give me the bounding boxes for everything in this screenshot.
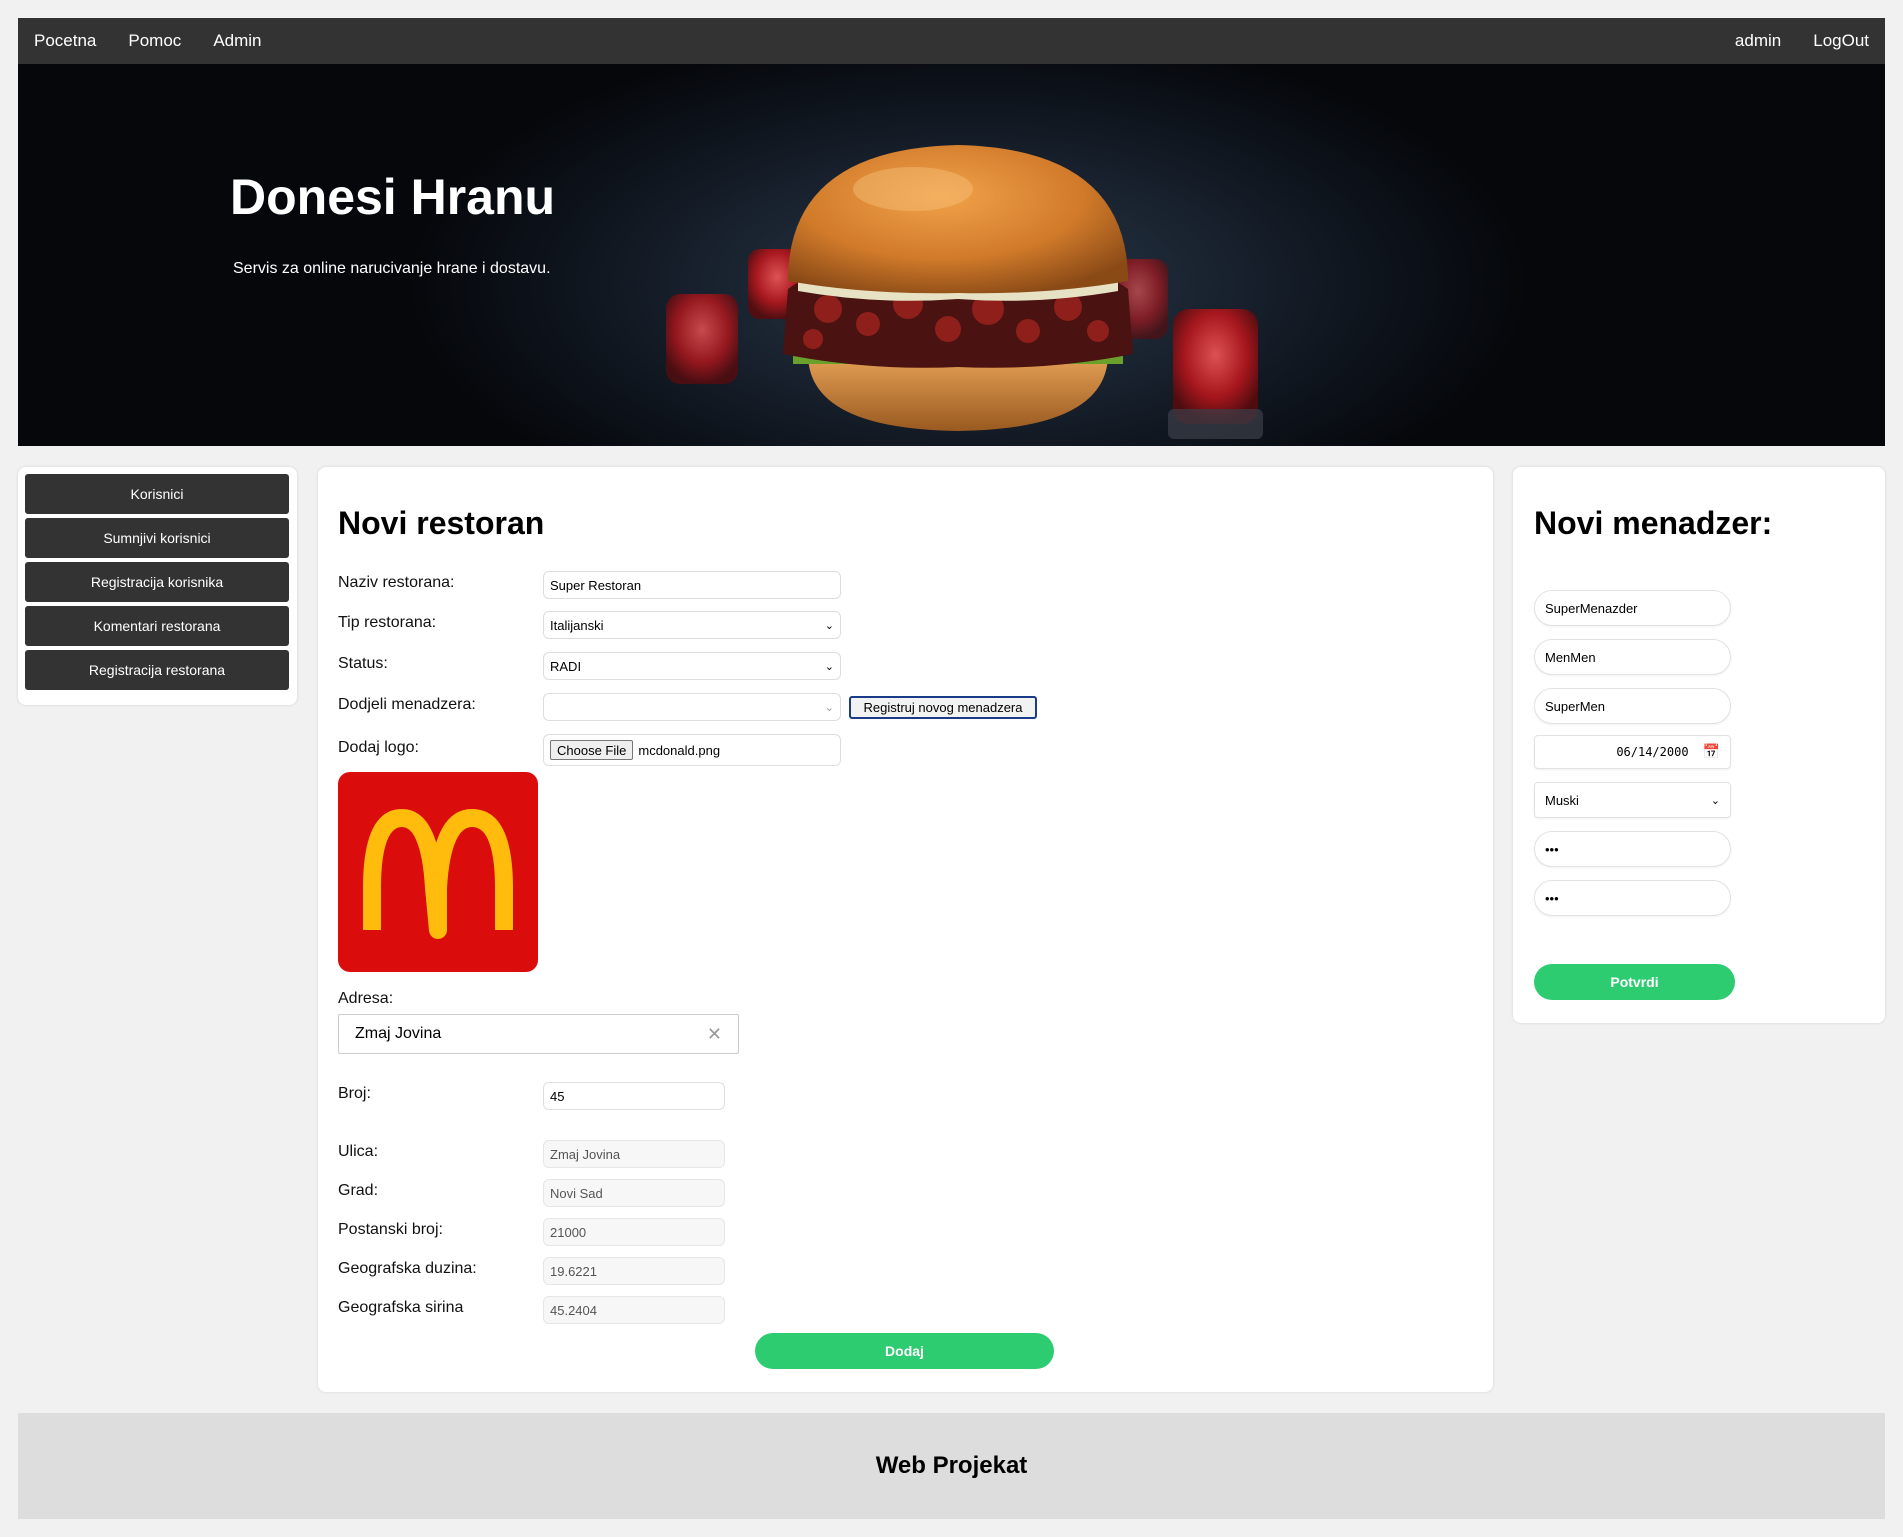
chevron-down-icon: ⌄ bbox=[824, 701, 834, 714]
chevron-down-icon: ⌄ bbox=[824, 619, 834, 632]
longitude-input[interactable]: 19.6221 bbox=[543, 1257, 725, 1285]
street-number-input[interactable]: 45 bbox=[543, 1082, 725, 1110]
manager-birth-date-input[interactable]: 06/14/2000 📅 bbox=[1534, 735, 1731, 769]
sidebar-item-users[interactable]: Korisnici bbox=[25, 474, 289, 514]
add-restaurant-button[interactable]: Dodaj bbox=[755, 1333, 1054, 1369]
top-navbar: Pocetna Pomoc Admin admin LogOut bbox=[18, 18, 1885, 64]
manager-gender-select[interactable]: Muski ⌄ bbox=[1534, 782, 1731, 818]
new-restaurant-title: Novi restoran bbox=[338, 505, 545, 541]
nav-user-link[interactable]: admin bbox=[1719, 18, 1797, 64]
address-search-input[interactable]: Zmaj Jovina ✕ bbox=[338, 1014, 739, 1054]
nav-help-link[interactable]: Pomoc bbox=[112, 18, 197, 64]
hero-banner: Donesi Hranu Servis za online narucivanj… bbox=[18, 64, 1885, 446]
street-label: Ulica: bbox=[338, 1143, 379, 1160]
name-label: Naziv restorana: bbox=[338, 574, 455, 591]
address-value: Zmaj Jovina bbox=[355, 1025, 442, 1042]
latitude-label: Geografska sirina bbox=[338, 1299, 464, 1316]
manager-username-input[interactable]: SuperMenazder bbox=[1534, 590, 1731, 626]
logo-file-input[interactable]: Choose File mcdonald.png bbox=[543, 734, 841, 766]
longitude-label: Geografska duzina: bbox=[338, 1260, 477, 1277]
new-manager-title: Novi menadzer: bbox=[1534, 505, 1773, 541]
restaurant-name-input[interactable]: Super Restoran bbox=[543, 571, 841, 599]
nav-home-link[interactable]: Pocetna bbox=[18, 18, 112, 64]
gender-value: Muski bbox=[1545, 792, 1579, 808]
page-footer: Web Projekat bbox=[18, 1413, 1885, 1519]
choose-file-button[interactable]: Choose File bbox=[550, 740, 634, 760]
nav-logout-link[interactable]: LogOut bbox=[1797, 18, 1885, 64]
number-label: Broj: bbox=[338, 1085, 371, 1102]
chevron-down-icon: ⌄ bbox=[824, 660, 834, 673]
birth-date-value: 06/14/2000 bbox=[1616, 745, 1689, 759]
clear-icon[interactable]: ✕ bbox=[707, 1024, 722, 1045]
manager-last-name-input[interactable]: SuperMen bbox=[1534, 688, 1731, 724]
confirm-manager-button[interactable]: Potvrdi bbox=[1534, 964, 1735, 1000]
address-label: Adresa: bbox=[338, 990, 394, 1007]
status-select[interactable]: RADI ⌄ bbox=[543, 652, 841, 680]
hero-subtitle: Servis za online narucivanje hrane i dos… bbox=[233, 260, 551, 277]
type-label: Tip restorana: bbox=[338, 614, 437, 631]
file-name: mcdonald.png bbox=[638, 742, 721, 758]
city-input[interactable]: Novi Sad bbox=[543, 1179, 725, 1207]
sidebar-item-user-registration[interactable]: Registracija korisnika bbox=[25, 562, 289, 602]
manager-label: Dodjeli menadzera: bbox=[338, 696, 476, 713]
restaurant-logo-preview bbox=[338, 772, 538, 972]
zip-label: Postanski broj: bbox=[338, 1221, 443, 1238]
status-value: RADI bbox=[550, 658, 582, 674]
status-label: Status: bbox=[338, 655, 388, 672]
logo-label: Dodaj logo: bbox=[338, 739, 419, 756]
chevron-down-icon: ⌄ bbox=[1710, 794, 1720, 807]
sidebar-item-suspicious-users[interactable]: Sumnjivi korisnici bbox=[25, 518, 289, 558]
restaurant-type-select[interactable]: Italijanski ⌄ bbox=[543, 611, 841, 639]
manager-password-input[interactable]: ••• bbox=[1534, 831, 1731, 867]
manager-select[interactable]: ⌄ bbox=[543, 693, 841, 721]
restaurant-type-value: Italijanski bbox=[550, 617, 604, 633]
footer-text: Web Projekat bbox=[875, 1452, 1028, 1479]
manager-password-confirm-input[interactable]: ••• bbox=[1534, 880, 1731, 916]
manager-first-name-input[interactable]: MenMen bbox=[1534, 639, 1731, 675]
register-manager-button[interactable]: Registruj novog menadzera bbox=[849, 696, 1037, 719]
street-input[interactable]: Zmaj Jovina bbox=[543, 1140, 725, 1168]
new-restaurant-card: Novi restoran Naziv restorana: Super Res… bbox=[318, 467, 1493, 1392]
city-label: Grad: bbox=[338, 1182, 379, 1199]
hero-title: Donesi Hranu bbox=[230, 169, 556, 225]
admin-sidebar: Korisnici Sumnjivi korisnici Registracij… bbox=[18, 467, 297, 705]
calendar-icon[interactable]: 📅 bbox=[1703, 744, 1720, 760]
nav-admin-link[interactable]: Admin bbox=[197, 18, 277, 64]
burger-image bbox=[666, 145, 1263, 439]
new-manager-card: Novi menadzer: SuperMenazder MenMen Supe… bbox=[1513, 467, 1885, 1023]
sidebar-item-restaurant-comments[interactable]: Komentari restorana bbox=[25, 606, 289, 646]
latitude-input[interactable]: 45.2404 bbox=[543, 1296, 725, 1324]
sidebar-item-restaurant-registration[interactable]: Registracija restorana bbox=[25, 650, 289, 690]
zip-input[interactable]: 21000 bbox=[543, 1218, 725, 1246]
